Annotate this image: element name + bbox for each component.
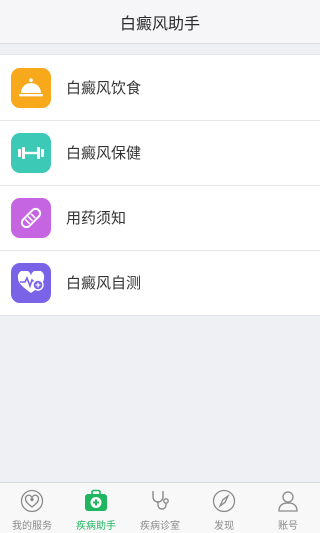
tab-label: 发现 [214, 521, 234, 532]
menu-item-label: 用药须知 [66, 209, 127, 227]
user-icon [275, 488, 301, 514]
dumbbell-icon [11, 132, 51, 173]
tab-discover[interactable]: 发现 [192, 483, 256, 533]
menu-item-health[interactable]: 白癜风保健 [0, 120, 320, 185]
bottom-tab-bar: 我的服务 疾病助手 疾病诊室 发现 账号 [0, 482, 320, 533]
tab-label: 我的服务 [12, 521, 52, 532]
food-cloche-icon [11, 67, 51, 108]
heart-test-icon [11, 262, 51, 303]
menu-item-label: 白癜风饮食 [66, 79, 142, 97]
stethoscope-icon [147, 488, 173, 514]
pill-icon [11, 197, 51, 238]
menu-item-diet[interactable]: 白癜风饮食 [0, 55, 320, 120]
menu-item-label: 白癜风保健 [66, 144, 142, 162]
menu-item-label: 白癜风自测 [66, 274, 142, 292]
top-nav-bar: 白癜风助手 [0, 0, 320, 44]
tab-account[interactable]: 账号 [256, 483, 320, 533]
compass-icon [211, 488, 237, 514]
menu-item-self-test[interactable]: 白癜风自测 [0, 250, 320, 315]
tab-clinic[interactable]: 疾病诊室 [128, 483, 192, 533]
medical-kit-icon [83, 488, 109, 514]
menu-item-medication[interactable]: 用药须知 [0, 185, 320, 250]
tab-label: 疾病助手 [76, 521, 116, 532]
page-title: 白癜风助手 [119, 13, 200, 33]
tab-disease-assistant[interactable]: 疾病助手 [64, 483, 128, 533]
tab-label: 账号 [278, 521, 298, 532]
tab-label: 疾病诊室 [140, 521, 180, 532]
tab-my-services[interactable]: 我的服务 [0, 483, 64, 533]
service-icon [19, 488, 45, 514]
assistant-menu: 白癜风饮食 白癜风保健 用药须知 白癜风自测 [0, 54, 320, 316]
